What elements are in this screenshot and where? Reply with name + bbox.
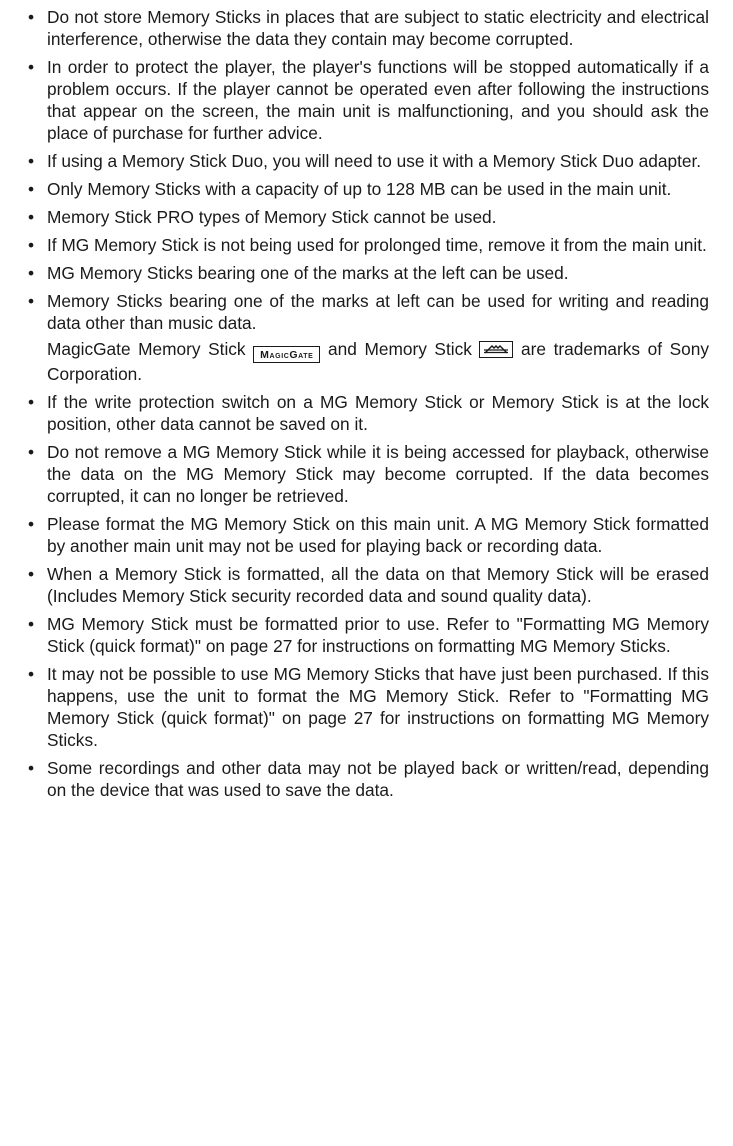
list-item: Memory Sticks bearing one of the marks a… <box>24 290 709 334</box>
magicgate-mark: MagicGate <box>253 346 321 363</box>
magicgate-mark-text: MagicGate <box>260 349 314 361</box>
list-item: If using a Memory Stick Duo, you will ne… <box>24 150 709 172</box>
list-item: Do not store Memory Sticks in places tha… <box>24 6 709 50</box>
list-item: Memory Stick PRO types of Memory Stick c… <box>24 206 709 228</box>
list-item: MG Memory Sticks bearing one of the mark… <box>24 262 709 284</box>
notes-list: Do not store Memory Sticks in places tha… <box>24 6 709 801</box>
list-item: In order to protect the player, the play… <box>24 56 709 144</box>
list-item: When a Memory Stick is formatted, all th… <box>24 563 709 607</box>
list-item: MG Memory Stick must be formatted prior … <box>24 613 709 657</box>
trademark-text-2: and Memory Stick <box>320 339 480 359</box>
list-item: If the write protection switch on a MG M… <box>24 391 709 435</box>
list-item: Do not remove a MG Memory Stick while it… <box>24 441 709 507</box>
memory-stick-logo-icon <box>479 341 514 358</box>
trademark-note: MagicGate Memory Stick MagicGate and Mem… <box>24 338 709 385</box>
list-item: Some recordings and other data may not b… <box>24 757 709 801</box>
trademark-text-1: MagicGate Memory Stick <box>47 339 254 359</box>
list-item: Only Memory Sticks with a capacity of up… <box>24 178 709 200</box>
manual-page: Do not store Memory Sticks in places tha… <box>0 0 733 1146</box>
list-item: It may not be possible to use MG Memory … <box>24 663 709 751</box>
list-item: Please format the MG Memory Stick on thi… <box>24 513 709 557</box>
list-item: If MG Memory Stick is not being used for… <box>24 234 709 256</box>
